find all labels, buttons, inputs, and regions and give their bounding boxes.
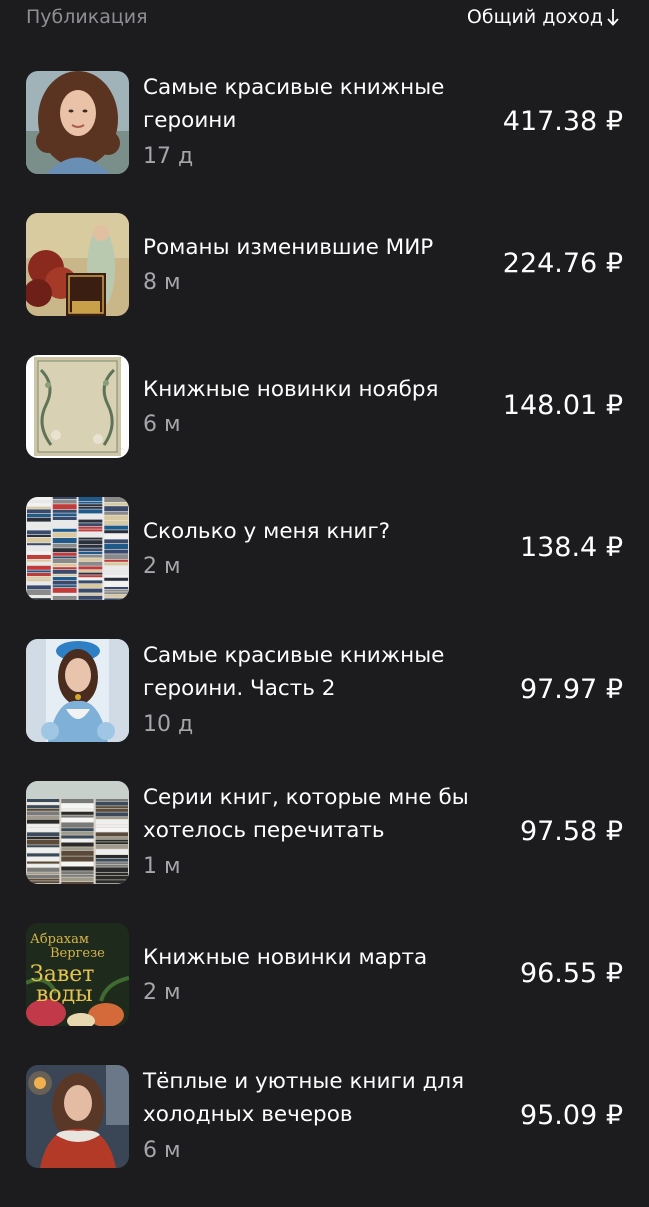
publication-row[interactable]: Самые красивые книжные героини. Часть 2 …	[0, 639, 649, 781]
publication-row[interactable]: Тёплые и уютные книги для холодных вечер…	[0, 1065, 649, 1207]
publication-row[interactable]: Абрахам Вергезе Завет воды Книжные новин…	[0, 923, 649, 1065]
publication-thumbnail	[26, 781, 129, 884]
publication-age: 10 д	[143, 710, 193, 740]
publication-income: 95.09 ₽	[520, 1099, 623, 1133]
publication-title: Серии книг, которые мне бы хотелось пере…	[143, 781, 493, 847]
publication-title: Самые красивые книжные героини. Часть 2	[143, 639, 493, 705]
sort-total-income-button[interactable]: Общий доход	[467, 6, 621, 28]
publication-title: Книжные новинки ноября	[143, 373, 493, 406]
publication-row[interactable]: Самые красивые книжные героини 17 д 417.…	[0, 71, 649, 213]
publication-title: Романы изменившие МИР	[143, 231, 493, 264]
list-header: Публикация Общий доход	[0, 0, 649, 38]
publication-income: 96.55 ₽	[520, 957, 623, 991]
column-header-publication: Публикация	[26, 6, 148, 28]
publication-title: Сколько у меня книг?	[143, 515, 493, 548]
publication-row[interactable]: Книжные новинки ноября 6 м 148.01 ₽	[0, 355, 649, 497]
publication-income: 97.58 ₽	[520, 815, 623, 849]
publication-income: 417.38 ₽	[503, 105, 623, 139]
publication-age: 2 м	[143, 552, 181, 582]
book-cover-text: Абрахам	[30, 932, 89, 947]
publication-age: 2 м	[143, 978, 181, 1008]
publication-income: 148.01 ₽	[503, 389, 623, 423]
sort-label: Общий доход	[467, 6, 603, 28]
publication-income: 138.4 ₽	[520, 531, 623, 565]
svg-text:Вергезе: Вергезе	[50, 946, 105, 961]
svg-text:воды: воды	[36, 982, 93, 1007]
publication-age: 8 м	[143, 268, 181, 298]
publication-thumbnail	[26, 71, 129, 174]
publication-income: 97.97 ₽	[520, 673, 623, 707]
publication-thumbnail: Абрахам Вергезе Завет воды	[26, 923, 129, 1026]
publication-thumbnail	[26, 497, 129, 600]
publication-age: 17 д	[143, 142, 193, 172]
publication-age: 6 м	[143, 410, 181, 440]
publication-row[interactable]: Серии книг, которые мне бы хотелось пере…	[0, 781, 649, 923]
publication-title: Тёплые и уютные книги для холодных вечер…	[143, 1065, 493, 1131]
publication-thumbnail	[26, 1065, 129, 1168]
publication-title: Самые красивые книжные героини	[143, 71, 493, 137]
publication-row[interactable]: Сколько у меня книг? 2 м 138.4 ₽	[0, 497, 649, 639]
publication-row[interactable]: Романы изменившие МИР 8 м 224.76 ₽	[0, 213, 649, 355]
publication-thumbnail	[26, 355, 129, 458]
publication-income: 224.76 ₽	[503, 247, 623, 281]
arrow-down-icon	[605, 7, 621, 27]
publication-age: 1 м	[143, 852, 181, 882]
publication-thumbnail	[26, 213, 129, 316]
publication-age: 6 м	[143, 1136, 181, 1166]
publication-title: Книжные новинки марта	[143, 941, 493, 974]
publication-thumbnail	[26, 639, 129, 742]
